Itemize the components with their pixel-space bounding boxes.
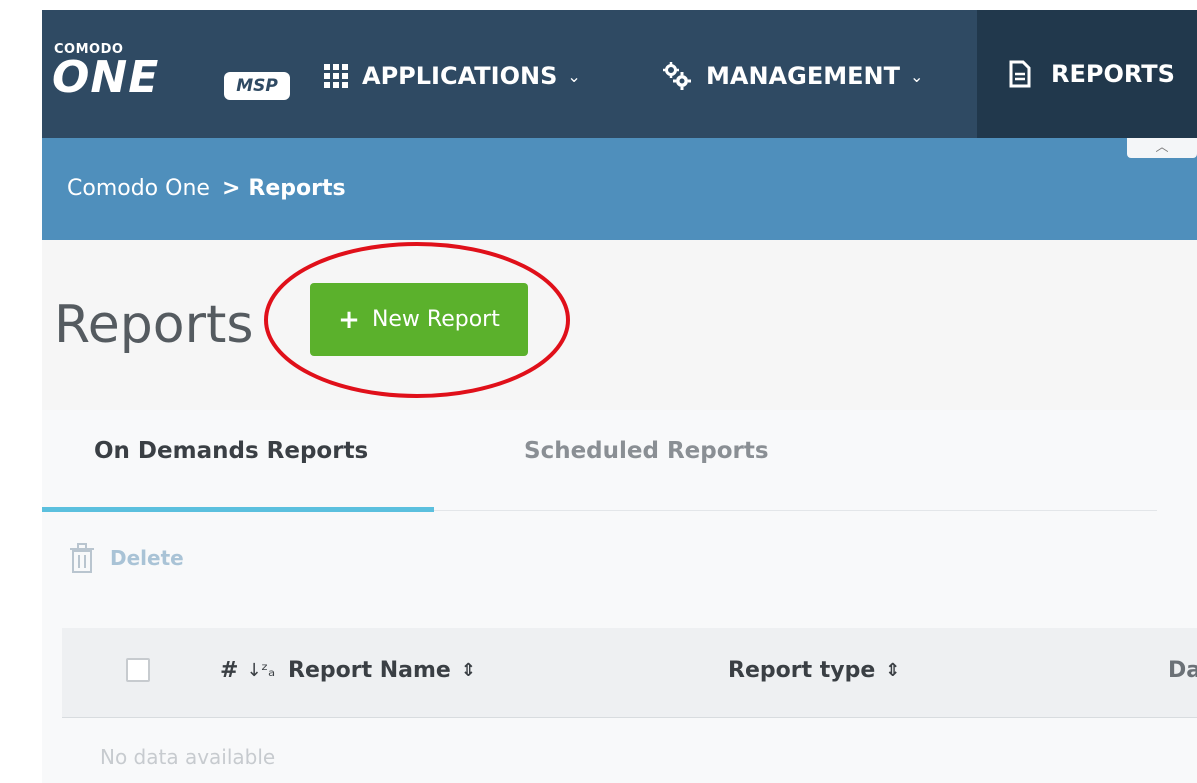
reports-tabs-panel: On Demands Reports Scheduled Reports Del…: [42, 410, 1197, 783]
column-report-type[interactable]: Report type ⇕: [728, 658, 900, 683]
tab-scheduled-reports[interactable]: Scheduled Reports: [524, 438, 769, 478]
chevron-up-icon: ︿: [1155, 139, 1169, 154]
breadcrumb-bar: Comodo One > Reports ︿: [42, 138, 1197, 240]
active-tab-indicator: [42, 507, 434, 512]
apps-grid-icon: [324, 64, 348, 88]
delete-label: Delete: [110, 546, 184, 570]
report-document-icon: [1009, 60, 1031, 88]
reports-table-header: # ↓ᶻₐ Report Name ⇕ Report type ⇕ Da: [62, 628, 1197, 718]
nav-applications[interactable]: APPLICATIONS ⌄: [324, 48, 581, 104]
tab-on-demand-reports[interactable]: On Demands Reports: [94, 438, 368, 478]
trash-icon: [70, 543, 94, 573]
chevron-down-icon: ⌄: [909, 66, 924, 86]
nav-management[interactable]: MANAGEMENT ⌄: [662, 48, 923, 104]
column-report-name-label: Report Name: [288, 658, 451, 683]
plus-icon: +: [338, 304, 360, 335]
logo-edition-badge: MSP: [224, 72, 290, 100]
column-report-type-label: Report type: [728, 658, 876, 683]
select-all-checkbox[interactable]: [126, 658, 150, 682]
breadcrumb-root-link[interactable]: Comodo One: [67, 176, 210, 201]
column-report-name[interactable]: Report Name ⇕: [288, 658, 476, 683]
page-title: Reports: [54, 295, 254, 355]
new-report-label: New Report: [371, 307, 500, 332]
breadcrumb-current: Reports: [248, 176, 346, 201]
column-date-label: Da: [1168, 658, 1197, 683]
sort-alpha-icon: ↓ᶻₐ: [246, 660, 276, 681]
table-empty-message: No data available: [100, 745, 276, 769]
column-number[interactable]: # ↓ᶻₐ: [220, 658, 275, 683]
comodo-one-msp-logo[interactable]: COMODO ONE MSP: [52, 42, 292, 112]
column-number-label: #: [220, 658, 239, 683]
logo-product: ONE: [52, 52, 160, 103]
collapse-header-button[interactable]: ︿: [1127, 138, 1197, 158]
nav-reports-label: REPORTS: [1051, 60, 1175, 88]
nav-applications-label: APPLICATIONS: [362, 62, 558, 90]
column-date[interactable]: Da: [1168, 658, 1197, 683]
new-report-button[interactable]: + New Report: [310, 283, 528, 356]
breadcrumb-separator: >: [221, 176, 241, 201]
breadcrumb: Comodo One > Reports: [67, 176, 346, 201]
nav-reports[interactable]: REPORTS: [977, 10, 1197, 138]
main-content: Reports + New Report On Demands Reports …: [42, 240, 1197, 783]
gears-icon: [663, 62, 691, 90]
chevron-down-icon: ⌄: [567, 66, 581, 86]
top-navigation-bar: COMODO ONE MSP APPLICATIONS ⌄ MANAGEMENT: [42, 10, 1197, 138]
sort-icon: ⇕: [460, 660, 476, 681]
nav-management-label: MANAGEMENT: [706, 62, 900, 90]
sort-icon: ⇕: [885, 660, 901, 681]
delete-button[interactable]: Delete: [68, 542, 184, 574]
